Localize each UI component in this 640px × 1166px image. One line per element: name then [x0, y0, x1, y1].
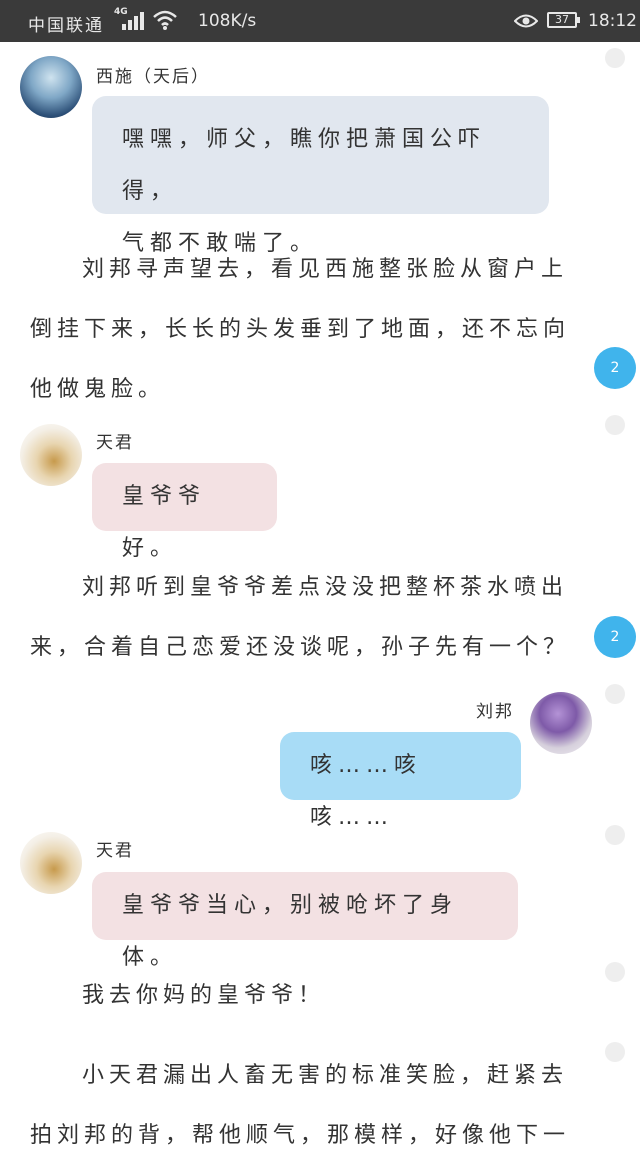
bubble-line: 嘿嘿，师父，瞧你把萧国公吓得，: [122, 127, 487, 204]
avatar[interactable]: [530, 692, 592, 754]
narration-paragraph: 刘邦听到皇爷爷差点没没把整杯茶水喷出 来，合着自己恋爱还没谈呢，孙子先有一个？: [30, 558, 570, 678]
bubble-line: 咳……咳咳……: [310, 753, 423, 830]
speaker-name: 西施（天后）: [96, 67, 210, 87]
avatar[interactable]: [20, 424, 82, 486]
comment-count-badge[interactable]: 2: [594, 616, 636, 658]
narration-line: 拍刘邦的背，帮他顺气，那模样，好像他下一: [30, 1123, 571, 1148]
narration-line: 刘邦听到皇爷爷差点没没把整杯茶水喷出: [82, 575, 569, 600]
status-dot: [605, 415, 625, 435]
narration-line: 来，合着自己恋爱还没谈呢，孙子先有一个？: [30, 635, 571, 660]
chat-bubble: 皇爷爷当心，别被呛坏了身体。: [92, 872, 518, 970]
avatar[interactable]: [20, 832, 82, 894]
status-dot: [605, 962, 625, 982]
narration-line: 倒挂下来，长长的头发垂到了地面，还不忘向: [30, 317, 571, 342]
narration-paragraph: 小天君漏出人畜无害的标准笑脸，赶紧去 拍刘邦的背，帮他顺气，那模样，好像他下一: [30, 1046, 570, 1166]
speaker-name: 天君: [96, 433, 134, 453]
chat-bubble: 嘿嘿，师父，瞧你把萧国公吓得， 气都不敢喘了。: [92, 96, 549, 256]
signal-icon: [122, 12, 146, 30]
status-dot: [605, 825, 625, 845]
narration-line: 我去你妈的皇爷爷！: [82, 983, 326, 1008]
narration-paragraph: 我去你妈的皇爷爷！: [30, 966, 570, 1026]
narration-line: 小天君漏出人畜无害的标准笑脸，赶紧去: [82, 1063, 569, 1088]
status-dot: [605, 48, 625, 68]
wifi-icon: [153, 10, 177, 30]
narration-line: 他做鬼脸。: [30, 377, 166, 402]
narration-line: 刘邦寻声望去，看见西施整张脸从窗户上: [82, 257, 569, 282]
battery-icon: 37: [547, 12, 580, 28]
network-speed: 108K/s: [198, 11, 257, 31]
avatar[interactable]: [20, 56, 82, 118]
status-dot: [605, 1042, 625, 1062]
chat-bubble: 皇爷爷好。: [92, 463, 277, 561]
status-bar: 中国联通 4G 108K/s 37 18:12: [0, 0, 640, 42]
clock: 18:12: [588, 11, 637, 31]
chat-bubble: 咳……咳咳……: [280, 732, 521, 830]
comment-count-badge[interactable]: 2: [594, 347, 636, 389]
carrier-label: 中国联通: [28, 16, 104, 36]
narration-paragraph: 刘邦寻声望去，看见西施整张脸从窗户上 倒挂下来，长长的头发垂到了地面，还不忘向 …: [30, 240, 570, 420]
eye-icon: [514, 14, 538, 28]
speaker-name: 天君: [96, 841, 134, 861]
speaker-name: 刘邦: [476, 702, 514, 722]
status-dot: [605, 684, 625, 704]
